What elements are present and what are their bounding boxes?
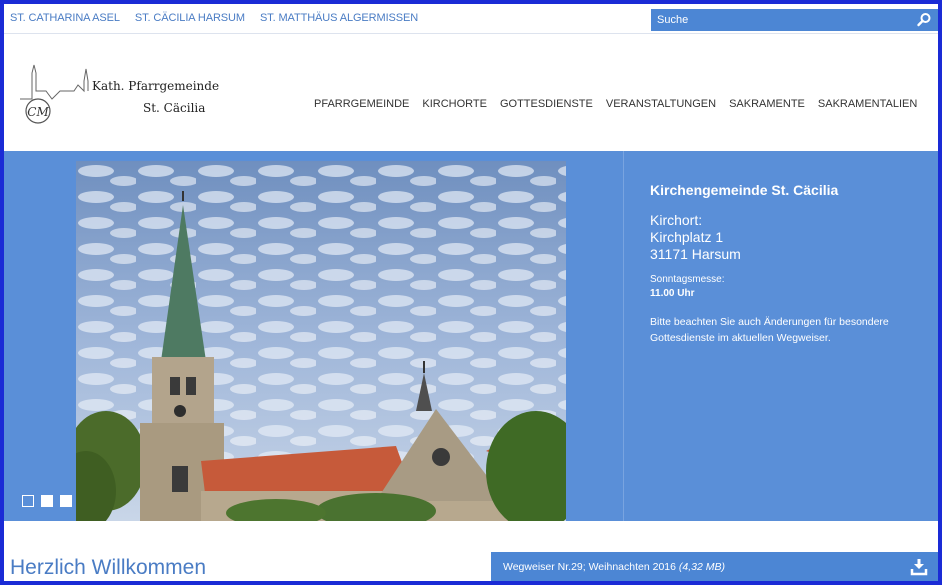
kirchort-street: Kirchplatz 1 <box>650 229 724 245</box>
logo-line-2: St. Cäcilia <box>143 101 206 115</box>
search-input[interactable] <box>657 12 897 28</box>
welcome-heading: Herzlich Willkommen <box>10 556 207 579</box>
church-photo <box>76 161 566 521</box>
hero-divider <box>623 151 624 521</box>
download-title: Wegweiser Nr.29; Weihnachten 2016 <box>503 561 676 573</box>
nav-item-veranstaltungen[interactable]: VERANSTALTUNGEN <box>606 98 716 110</box>
nav-item-sakramentalien[interactable]: SAKRAMENTALIEN <box>818 98 917 110</box>
page-frame: ST. CATHARINA ASEL ST. CÄCILIA HARSUM ST… <box>0 0 942 585</box>
search-box <box>651 9 938 31</box>
info-note: Bitte beachten Sie auch Änderungen für b… <box>650 316 889 344</box>
parish-link-asel[interactable]: ST. CATHARINA ASEL <box>10 12 120 24</box>
top-bar: ST. CATHARINA ASEL ST. CÄCILIA HARSUM ST… <box>4 4 938 34</box>
download-icon[interactable] <box>910 558 928 576</box>
nav-item-pfarrgemeinde[interactable]: PFARRGEMEINDE <box>314 98 409 110</box>
slider-dot-2[interactable] <box>41 495 53 507</box>
download-size: (4,32 MB) <box>678 561 725 573</box>
main-navigation: PFARRGEMEINDE KIRCHORTE GOTTESDIENSTE VE… <box>314 98 917 110</box>
logo-line-1: Kath. Pfarrgemeinde <box>92 79 220 93</box>
nav-item-kirchorte[interactable]: KIRCHORTE <box>422 98 487 110</box>
search-button[interactable] <box>916 12 932 28</box>
nav-item-sakramente[interactable]: SAKRAMENTE <box>729 98 805 110</box>
mass-label: Sonntagsmesse: <box>650 274 725 285</box>
church-info: Kirchengemeinde St. Cäcilia Kirchort: Ki… <box>650 182 930 346</box>
site-header: CM Kath. Pfarrgemeinde St. Cäcilia PFARR… <box>4 35 938 150</box>
nav-item-gottesdienste[interactable]: GOTTESDIENSTE <box>500 98 593 110</box>
logo-monogram: CM <box>27 105 49 119</box>
parish-links: ST. CATHARINA ASEL ST. CÄCILIA HARSUM ST… <box>10 12 418 24</box>
parish-logo[interactable]: CM Kath. Pfarrgemeinde St. Cäcilia <box>18 63 258 127</box>
church-outline-icon: CM <box>20 64 89 124</box>
download-bar[interactable]: Wegweiser Nr.29; Weihnachten 2016 (4,32 … <box>491 552 938 581</box>
slider-dot-1[interactable] <box>22 495 34 507</box>
search-icon <box>917 13 931 27</box>
parish-link-harsum[interactable]: ST. CÄCILIA HARSUM <box>135 12 245 24</box>
kirchort-city: 31171 Harsum <box>650 246 741 262</box>
hero-slider: Kirchengemeinde St. Cäcilia Kirchort: Ki… <box>4 151 938 521</box>
slider-dot-3[interactable] <box>60 495 72 507</box>
info-title: Kirchengemeinde St. Cäcilia <box>650 182 839 198</box>
mass-time: 11.00 Uhr <box>650 288 695 299</box>
slider-dots <box>22 495 72 507</box>
parish-link-algermissen[interactable]: ST. MATTHÄUS ALGERMISSEN <box>260 12 418 24</box>
download-label[interactable]: Wegweiser Nr.29; Weihnachten 2016 (4,32 … <box>503 561 725 573</box>
kirchort-label: Kirchort: <box>650 212 703 228</box>
